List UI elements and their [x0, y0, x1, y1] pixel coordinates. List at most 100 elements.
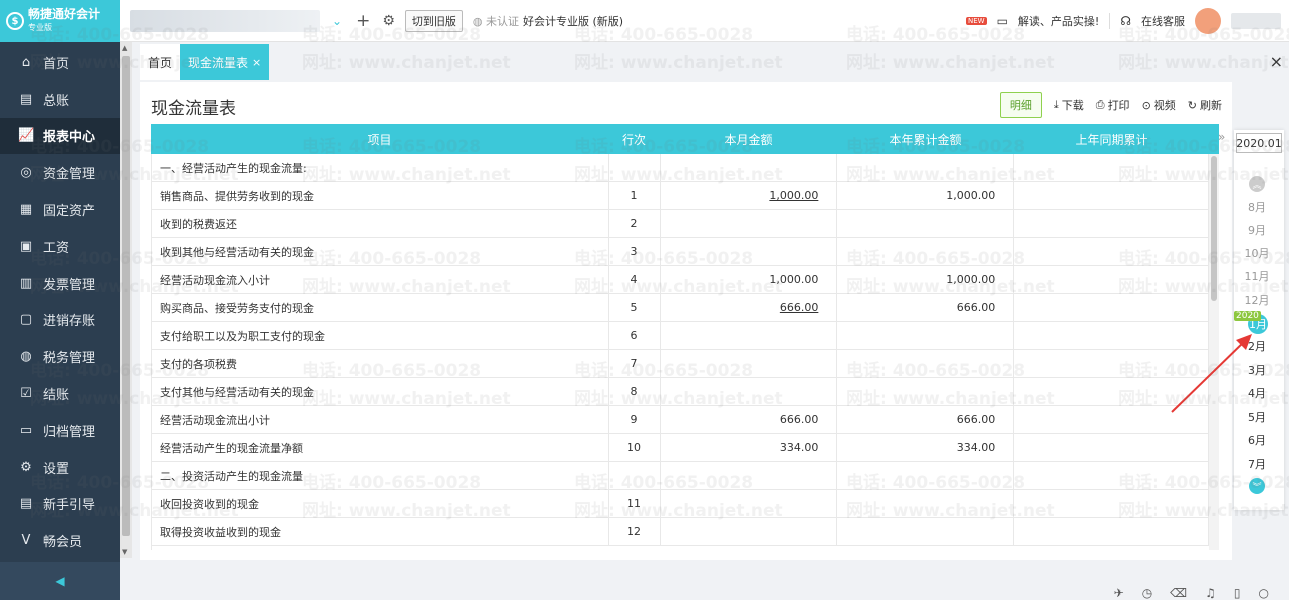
table-row: 二、投资活动产生的现金流量 — [152, 462, 1209, 490]
row-item-text: 购买商品、接受劳务支付的现金 — [160, 301, 314, 315]
row-month-amount — [661, 238, 838, 265]
double-chevron-right-icon[interactable]: » — [1218, 130, 1225, 144]
month-option[interactable]: 10月 — [1234, 245, 1280, 261]
sidebar-item-label: 报表中心 — [43, 130, 96, 146]
online-service-link[interactable]: 在线客服 — [1141, 13, 1185, 29]
period-input[interactable]: 2020.01 — [1236, 133, 1282, 153]
row-last-year-amount — [1014, 182, 1209, 209]
sidebar-scroll-thumb[interactable] — [122, 56, 130, 536]
row-line-number — [609, 154, 661, 181]
sidebar-item[interactable]: ◍ 税务管理 — [0, 338, 120, 375]
chevron-down-icon[interactable]: ︾ — [1249, 478, 1265, 494]
table-row: 一、经营活动产生的现金流量: — [152, 154, 1209, 182]
download-label: 下载 — [1061, 99, 1084, 112]
sidebar-item[interactable]: ▦ 固定资产 — [0, 191, 120, 228]
close-all-tabs-icon[interactable]: × — [1270, 52, 1283, 71]
header-line: 行次 — [621, 132, 646, 147]
scroll-down-icon[interactable]: ▼ — [122, 548, 127, 556]
row-line-number-text: 5 — [630, 301, 638, 314]
rocket-icon[interactable]: ✈ — [1114, 586, 1124, 600]
sidebar-item[interactable]: ▤ 新手引导 — [0, 486, 120, 523]
add-icon[interactable]: + — [356, 11, 370, 31]
row-line-number-text: 7 — [630, 357, 638, 370]
row-item: 支付的各项税费 — [152, 350, 609, 377]
trash-icon[interactable]: ⌫ — [1170, 586, 1187, 600]
layout-icon[interactable]: ▯ — [1234, 586, 1241, 600]
bottom-dock: ✈ ◷ ⌫ ♫ ▯ ○ — [1114, 586, 1269, 600]
row-item-text: 销售商品、提供劳务收到的现金 — [160, 189, 314, 203]
month-option[interactable]: 7月 — [1234, 456, 1280, 472]
sidebar-item[interactable]: ▤ 总账 — [0, 81, 120, 118]
row-item: 支付其他与经营活动有关的现金 — [152, 378, 609, 405]
refresh-button[interactable]: ↻ 刷新 — [1188, 97, 1222, 113]
sidebar-item[interactable]: ☑ 结账 — [0, 375, 120, 412]
row-month-amount-text[interactable]: 1,000.00 — [769, 189, 818, 202]
company-selector[interactable] — [130, 9, 320, 32]
row-month-amount[interactable]: 666.00 — [661, 294, 838, 321]
logo-edition: 专业版 — [28, 23, 52, 32]
tab-cash-flow[interactable]: 现金流量表 × — [180, 44, 270, 80]
row-item: 购买商品、接受劳务支付的现金 — [152, 294, 609, 321]
sidebar-item[interactable]: ▭ 归档管理 — [0, 412, 120, 449]
video-icon: ▭ — [996, 13, 1008, 28]
row-item: 收到的税费返还 — [152, 210, 609, 237]
row-month-amount-text[interactable]: 666.00 — [780, 301, 819, 314]
sidebar-item[interactable]: 📈 报表中心 — [0, 117, 120, 155]
row-line-number: 10 — [609, 434, 661, 461]
avatar[interactable] — [1195, 7, 1221, 34]
username[interactable] — [1231, 12, 1281, 29]
sidebar-item[interactable]: ⚙ 设置 — [0, 449, 120, 486]
sidebar-item-icon: ◎ — [20, 165, 32, 181]
sidebar-item-icon: ▦ — [19, 202, 33, 218]
row-year-amount — [837, 350, 1015, 377]
app-logo[interactable]: $ 畅捷通好会计 专业版 — [0, 0, 120, 42]
sidebar-item-label: 归档管理 — [43, 424, 96, 440]
sidebar-item-label: 总账 — [43, 93, 70, 109]
search-icon[interactable]: ○ — [1259, 586, 1269, 600]
table-row: 购买商品、接受劳务支付的现金 5 666.00 666.00 — [152, 294, 1209, 322]
clock-icon[interactable]: ◷ — [1142, 586, 1152, 600]
sidebar-item[interactable]: ▣ 工资 — [0, 228, 120, 265]
news-link[interactable]: 解读、产品实操! — [1018, 13, 1099, 29]
gear-icon[interactable]: ⚙ — [382, 13, 395, 29]
download-button[interactable]: ⤓ 下载 — [1054, 97, 1084, 113]
row-last-year-amount — [1014, 210, 1209, 237]
sidebar-scrollbar[interactable]: ▲ ▼ — [120, 42, 132, 558]
video-button[interactable]: ⊙ 视频 — [1142, 97, 1176, 113]
print-button[interactable]: ⎙ 打印 — [1096, 97, 1130, 113]
sidebar-item[interactable]: ◎ 资金管理 — [0, 154, 120, 191]
sidebar-item[interactable]: ▥ 发票管理 — [0, 265, 120, 302]
play-icon: ⊙ — [1141, 98, 1151, 112]
row-year-amount-text: 1,000.00 — [946, 189, 996, 202]
row-month-amount — [661, 490, 838, 517]
tab-home[interactable]: 首页 — [140, 44, 181, 80]
table-scroll-thumb[interactable] — [1211, 156, 1217, 301]
row-month-amount-text: 334.00 — [779, 441, 819, 454]
close-icon[interactable]: × — [252, 56, 261, 69]
chevron-down-icon[interactable]: ⌄ — [332, 14, 342, 28]
scroll-up-icon[interactable]: ▲ — [122, 44, 127, 52]
detail-button[interactable]: 明细 — [999, 92, 1042, 118]
volume-icon[interactable]: ♫ — [1205, 586, 1216, 600]
sidebar-item[interactable]: ⌂ 首页 — [0, 44, 120, 81]
row-month-amount — [661, 322, 838, 349]
month-option[interactable]: 9月 — [1234, 222, 1280, 238]
switch-old-version-button[interactable]: 切到旧版 — [404, 9, 463, 32]
row-line-number-text: 11 — [627, 497, 642, 510]
month-option[interactable]: 11月 — [1234, 268, 1280, 284]
month-option[interactable]: 8月 — [1234, 199, 1280, 215]
sidebar-item[interactable]: V 畅会员 — [0, 522, 120, 559]
row-month-amount[interactable]: 1,000.00 — [661, 182, 838, 209]
chevron-up-icon[interactable]: ︽ — [1249, 176, 1265, 192]
month-option[interactable]: 6月 — [1234, 432, 1280, 448]
row-item: 收到其他与经营活动有关的现金 — [152, 238, 609, 265]
refresh-icon: ↻ — [1187, 98, 1197, 112]
table-row: 支付其他与经营活动有关的现金 8 — [152, 378, 1209, 406]
row-item-text: 经营活动产生的现金流量净额 — [160, 441, 303, 455]
sidebar-collapse-button[interactable]: ◀ — [0, 562, 120, 600]
row-month-amount: 666.00 — [661, 406, 838, 433]
header-year: 本年累计金额 — [889, 132, 962, 147]
month-option[interactable]: 12月 — [1234, 292, 1280, 308]
sidebar-item[interactable]: ▢ 进销存账 — [0, 302, 120, 339]
row-line-number-text: 4 — [630, 273, 638, 286]
